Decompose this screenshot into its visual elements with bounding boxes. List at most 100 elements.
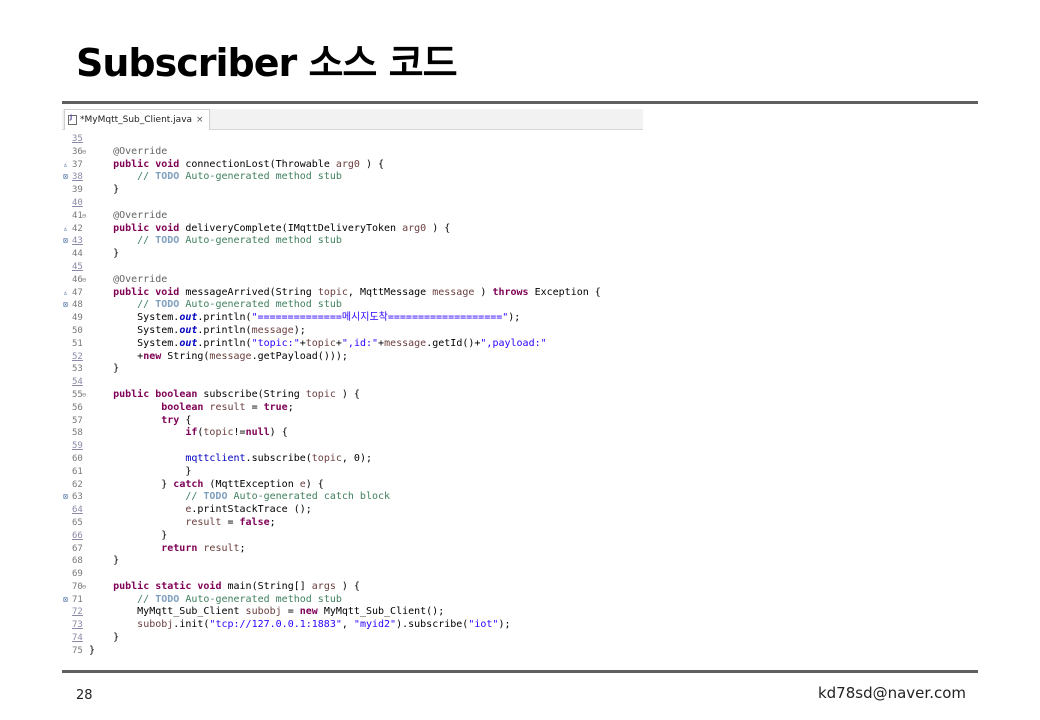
code-line-text: mqttclient.subscribe(topic, 0); [89,453,372,466]
fold-toggle-icon[interactable]: ⊖ [82,210,86,223]
code-line: 57 try { [62,415,643,428]
code-token: public void [113,222,180,234]
code-line: 45 [62,261,643,274]
code-token: .init( [173,619,210,631]
line-gutter: ⊠ 48 [62,299,88,312]
code-line: 50 System.out.println(message); [62,325,643,338]
line-gutter: ⊠ 63 [62,491,88,504]
line-number: 49 [72,313,83,324]
code-token: // [89,491,204,503]
code-line: 44 } [62,248,643,261]
task-marker-icon[interactable]: ⊠ [63,171,68,184]
code-line-text: subobj.init("tcp://127.0.0.1:1883", "myi… [89,619,510,632]
line-gutter: 64 [62,504,88,517]
code-token: // [89,171,156,183]
task-marker-icon[interactable]: ⊠ [63,491,68,504]
line-gutter: ⊠ 43 [62,235,88,248]
code-token: mqttclient [185,452,246,464]
code-token: public void [113,158,180,170]
override-marker-icon[interactable]: ▵ [63,223,68,236]
code-token: ) { [305,478,324,490]
code-token: return [161,542,198,554]
code-line-text: return result; [89,542,245,556]
line-gutter: 66 [62,530,88,543]
code-line-text: System.out.println(message); [89,325,306,338]
task-marker-icon[interactable]: ⊠ [63,235,68,248]
code-line-text: // TODO Auto-generated method stub [89,594,342,607]
code-token: ) { [269,427,288,439]
line-number: 50 [72,325,83,336]
code-line: 56 boolean result = true; [62,402,643,415]
code-line-text: @Override [89,146,167,159]
line-gutter: 75 [62,645,88,658]
code-token: = [221,516,240,528]
code-line: 35 [62,133,643,146]
code-token: public void [113,286,180,298]
code-text-area[interactable]: 35 36 ⊖ @Override ▵ 37 public void connectio… [62,133,643,662]
line-gutter: 68 [62,555,88,568]
code-token: subobj [245,606,282,618]
fold-toggle-icon[interactable]: ⊖ [82,274,86,287]
code-token: subobj [137,619,174,631]
code-token: } [89,632,120,644]
code-line-text: } catch (MqttException e) { [89,479,324,492]
code-token: = [245,401,264,413]
code-token: catch [173,478,204,490]
code-line: 36 ⊖ @Override [62,146,643,159]
code-token: .println( [197,312,252,324]
code-line-text: } [89,632,119,645]
fold-toggle-icon[interactable]: ⊖ [82,581,86,594]
code-token: != [233,427,246,439]
code-line: 54 [62,376,643,389]
code-token: main(String[] [221,580,312,592]
code-token: , MqttMessage [347,286,433,298]
editor-tab-mymqtt-sub-client[interactable]: *MyMqtt_Sub_Client.java × [64,109,210,130]
code-token: (MqttException [203,478,300,490]
fold-toggle-icon[interactable]: ⊖ [82,146,86,159]
code-token: Exception { [528,286,601,298]
line-gutter: 58 [62,427,88,440]
code-line-text: } [89,248,119,261]
code-token: "==============메시지도착===================" [251,312,509,324]
code-line: 75} [62,645,643,658]
code-token: ; [287,401,294,413]
code-line-text: } [89,555,119,568]
task-marker-icon[interactable]: ⊠ [63,594,68,607]
code-token: new [143,350,162,362]
line-number: 68 [72,556,83,567]
code-token: TODO [155,593,180,605]
code-token: if [185,427,198,439]
code-line: ⊠ 38 // TODO Auto-generated method stub [62,171,643,184]
code-editor-screenshot: *MyMqtt_Sub_Client.java × 35 36⊖ @Overrid… [62,109,975,662]
code-line: 59 [62,440,643,453]
fold-toggle-icon[interactable]: ⊖ [82,389,86,402]
close-tab-icon[interactable]: × [196,115,204,125]
line-number: 47 [72,287,83,298]
code-token: ) { [359,158,385,170]
line-number: 62 [72,479,83,490]
override-marker-icon[interactable]: ▵ [63,287,68,300]
code-line: ▵ 47 public void messageArrived(String to… [62,287,643,300]
code-token: MyMqtt_Sub_Client [89,606,246,618]
code-token: new [299,606,318,618]
code-line-text: public void deliveryComplete(IMqttDelive… [89,223,450,236]
code-line-text: @Override [89,210,167,223]
code-line-text: public void messageArrived(String topic,… [89,287,601,300]
code-token: } [89,465,192,477]
line-number: 54 [72,377,83,388]
override-marker-icon[interactable]: ▵ [63,159,68,172]
task-marker-icon[interactable]: ⊠ [63,299,68,312]
code-token: connectionLost(Throwable [179,158,336,170]
code-token: throws [492,286,529,298]
line-gutter: 55 ⊖ [62,389,88,402]
code-token: } [89,478,174,490]
code-line: 65 result = false; [62,517,643,530]
line-gutter: 69 [62,568,88,581]
line-number: 40 [72,197,83,208]
code-token: subscribe(String [197,388,306,400]
line-gutter: ⊠ 38 [62,171,88,184]
